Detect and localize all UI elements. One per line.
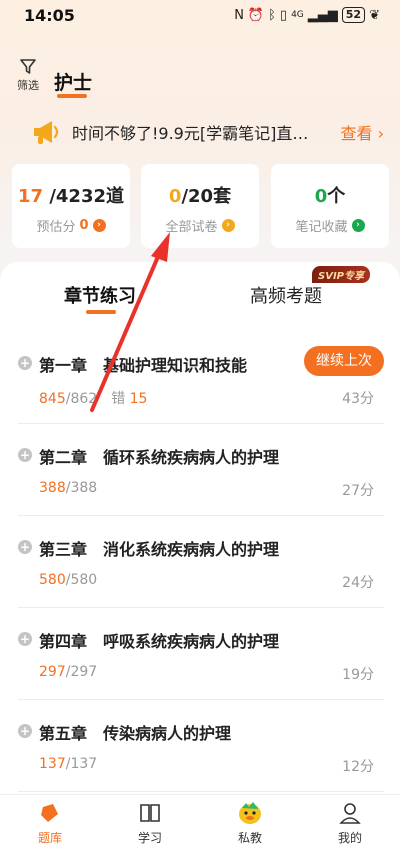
chapter-row-1[interactable]: + 第一章 基础护理知识和技能 845/862 错 15 43分 继续上次 [18, 332, 384, 424]
network-label: 4G [291, 10, 304, 20]
status-time: 14:05 [24, 6, 75, 25]
banner-text: 时间不够了!9.9元[学霸笔记]直… [72, 124, 309, 143]
alarm-icon: ⏰ [247, 7, 265, 23]
banner-view-link[interactable]: 查看 › [341, 120, 385, 144]
expand-icon[interactable]: + [18, 356, 32, 370]
megaphone-icon [34, 121, 59, 144]
nav-label: 题库 [37, 831, 62, 845]
chapter-title: 第五章 传染病病人的护理 [39, 724, 232, 743]
questions-done: 17 [17, 186, 44, 207]
chapter-time: 24分 [342, 575, 374, 591]
continue-last-button[interactable]: 继续上次 [304, 346, 384, 376]
signal-icon: ▂▄▆ [307, 7, 338, 23]
filter-button[interactable]: 筛选 [14, 58, 42, 93]
chapter-time: 43分 [342, 391, 374, 407]
expand-icon[interactable]: + [18, 632, 32, 646]
nfc-icon: N [234, 7, 244, 23]
chapter-done: 845 [39, 391, 66, 407]
notes-label: 笔记收藏 [295, 220, 348, 235]
status-icons: N ⏰ ᛒ ▯ 4G ▂▄▆ 52 ❦ [234, 7, 380, 23]
tab-bar: 章节练习 高频考题 SVIP专享 [0, 262, 400, 322]
chapter-title: 第二章 循环系统疾病病人的护理 [39, 448, 280, 467]
wrong-count: 15 [129, 391, 148, 407]
expand-icon[interactable]: + [18, 448, 32, 462]
chapter-total: /580 [65, 572, 98, 588]
battery-indicator: 52 [341, 7, 366, 23]
tab-chapter-practice[interactable]: 章节练习 [64, 282, 136, 308]
leaf-icon: ❦ [369, 7, 380, 23]
papers-total: /20套 [181, 186, 232, 207]
expand-icon[interactable]: + [18, 724, 32, 738]
promo-banner[interactable]: 时间不够了!9.9元[学霸笔记]直… 查看 › [30, 114, 384, 150]
papers-done: 0 [168, 186, 182, 207]
book-icon [140, 804, 160, 822]
expand-icon[interactable]: + [18, 540, 32, 554]
question-bank-icon [41, 804, 58, 822]
nav-label: 私教 [237, 831, 262, 845]
chapter-title: 第四章 呼吸系统疾病病人的护理 [39, 632, 280, 651]
nav-profile[interactable]: 我的 [320, 801, 380, 846]
chapter-title: 第一章 基础护理知识和技能 [39, 356, 248, 375]
chapter-done: 580 [39, 572, 66, 588]
nav-question-bank[interactable]: 题库 [20, 801, 80, 846]
questions-total: /4232道 [49, 186, 124, 207]
page-title[interactable]: 护士 [54, 68, 92, 95]
vibrate-icon: ▯ [279, 7, 288, 23]
notes-count: 0 [314, 186, 328, 207]
nav-study[interactable]: 学习 [120, 801, 180, 846]
tab-underline [86, 310, 116, 314]
filter-icon [20, 59, 36, 74]
stat-card-notes[interactable]: 0个 笔记收藏 › [271, 164, 389, 248]
chapter-total: /862 [65, 391, 98, 407]
nav-label: 我的 [337, 831, 362, 845]
arrow-right-icon: › [221, 219, 235, 232]
nav-tutor[interactable]: 私教 [220, 801, 280, 846]
stat-card-papers[interactable]: 0/20套 全部试卷 › [141, 164, 259, 248]
chapter-done: 297 [39, 664, 66, 680]
chapter-time: 12分 [342, 759, 374, 775]
stat-card-questions[interactable]: 17 /4232道 预估分 0 › [12, 164, 130, 248]
chapter-row-5[interactable]: + 第五章 传染病病人的护理 137/137 12分 [18, 700, 384, 792]
tutor-avatar-icon [239, 802, 261, 824]
bluetooth-icon: ᛒ [268, 7, 276, 23]
status-bar: 14:05 N ⏰ ᛒ ▯ 4G ▂▄▆ 52 ❦ [0, 0, 400, 30]
tab-high-frequency[interactable]: 高频考题 [250, 282, 322, 308]
chapter-time: 19分 [342, 667, 374, 683]
chapter-total: /137 [65, 756, 98, 772]
chapter-row-2[interactable]: + 第二章 循环系统疾病病人的护理 388/388 27分 [18, 424, 384, 516]
title-underline [57, 94, 87, 98]
chapter-time: 27分 [342, 483, 374, 499]
chapter-row-3[interactable]: + 第三章 消化系统疾病病人的护理 580/580 24分 [18, 516, 384, 608]
nav-label: 学习 [137, 831, 162, 845]
arrow-right-icon: › [92, 219, 106, 232]
wrong-label: 错 [111, 391, 126, 407]
chapter-row-4[interactable]: + 第四章 呼吸系统疾病病人的护理 297/297 19分 [18, 608, 384, 700]
filter-label: 筛选 [17, 79, 39, 92]
estimated-score-value: 0 [79, 218, 89, 233]
estimated-score-label: 预估分 [36, 220, 76, 235]
arrow-right-icon: › [351, 219, 365, 232]
all-papers-label: 全部试卷 [165, 220, 218, 235]
notes-unit: 个 [327, 186, 346, 207]
bottom-nav: 题库 学习 私教 我的 [0, 794, 400, 858]
chapter-done: 137 [39, 756, 66, 772]
chapter-total: /388 [65, 480, 98, 496]
chapter-panel: 章节练习 高频考题 SVIP专享 + 第一章 基础护理知识和技能 845/862… [0, 262, 400, 802]
svip-badge: SVIP专享 [312, 266, 370, 283]
chapter-done: 388 [39, 480, 66, 496]
profile-icon [339, 803, 361, 824]
chapter-total: /297 [65, 664, 98, 680]
chapter-title: 第三章 消化系统疾病病人的护理 [39, 540, 280, 559]
